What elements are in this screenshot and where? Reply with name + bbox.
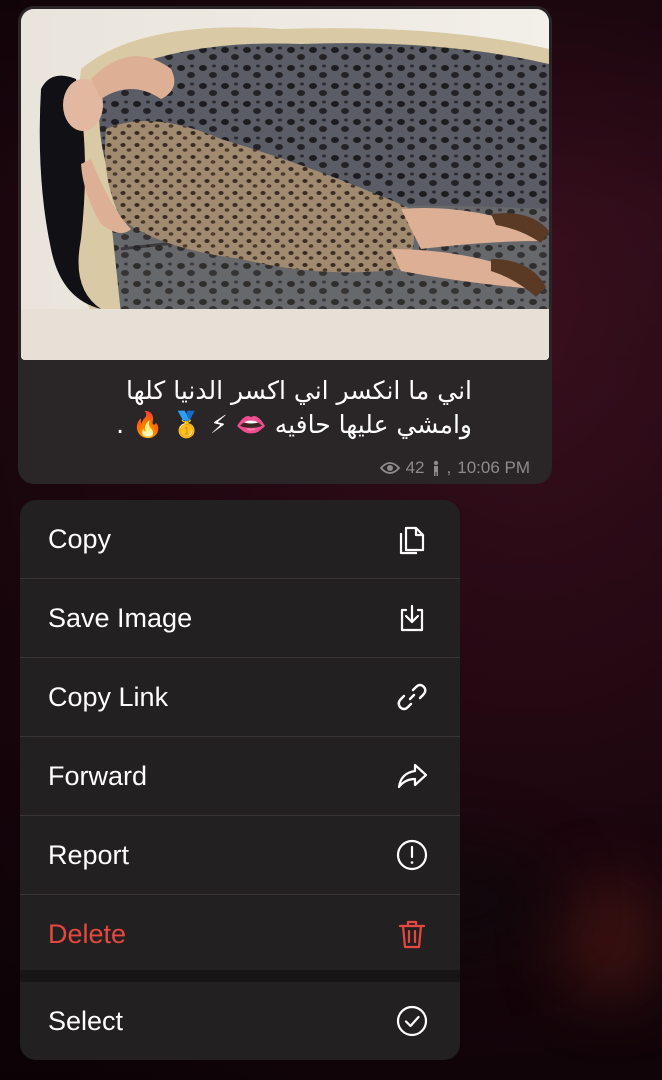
report-button[interactable]: Report (20, 816, 460, 894)
copy-icon (394, 521, 430, 557)
menu-item-label: Forward (48, 760, 148, 791)
download-icon (394, 600, 430, 636)
check-circle-icon (394, 1003, 430, 1039)
copy-link-button[interactable]: Copy Link (20, 658, 460, 736)
view-count: 42 (405, 458, 425, 477)
menu-item-label: Copy Link (48, 681, 169, 712)
menu-item-label: Select (48, 1005, 124, 1036)
link-icon (394, 679, 430, 715)
delete-button[interactable]: Delete (20, 895, 460, 973)
alert-icon (394, 837, 430, 873)
menu-item-label: Save Image (48, 602, 193, 633)
comma: , (446, 458, 452, 477)
forward-icon (394, 758, 430, 794)
caption-line: اني ما انكسر اني اكسر الدنيا كلها (125, 376, 472, 405)
copy-button[interactable]: Copy (20, 500, 460, 578)
menu-section-separator (20, 970, 460, 982)
person-icon (431, 460, 441, 476)
menu-item-label: Report (48, 839, 130, 870)
message-bubble[interactable]: اني ما انكسر اني اكسر الدنيا كلها وامشي … (18, 6, 552, 484)
caption-line: وامشي عليها حافيه 👄 ⚡ 🥇 🔥 . (116, 410, 472, 439)
message-photo[interactable] (21, 9, 549, 360)
select-button[interactable]: Select (20, 982, 460, 1060)
message-time: 10:06 PM (457, 458, 530, 477)
context-menu: Copy Save Image Copy Link Forward Report… (20, 500, 460, 1060)
trash-icon (394, 916, 430, 952)
menu-item-label: Delete (48, 918, 127, 949)
message-caption: اني ما انكسر اني اكسر الدنيا كلها وامشي … (38, 374, 472, 442)
eye-icon (379, 461, 400, 475)
message-meta: 42 , 10:06 PM (379, 458, 530, 478)
photo-icon (21, 9, 549, 360)
forward-button[interactable]: Forward (20, 737, 460, 815)
background-blob (560, 880, 660, 1000)
menu-item-label: Copy (48, 523, 112, 554)
save-image-button[interactable]: Save Image (20, 579, 460, 657)
